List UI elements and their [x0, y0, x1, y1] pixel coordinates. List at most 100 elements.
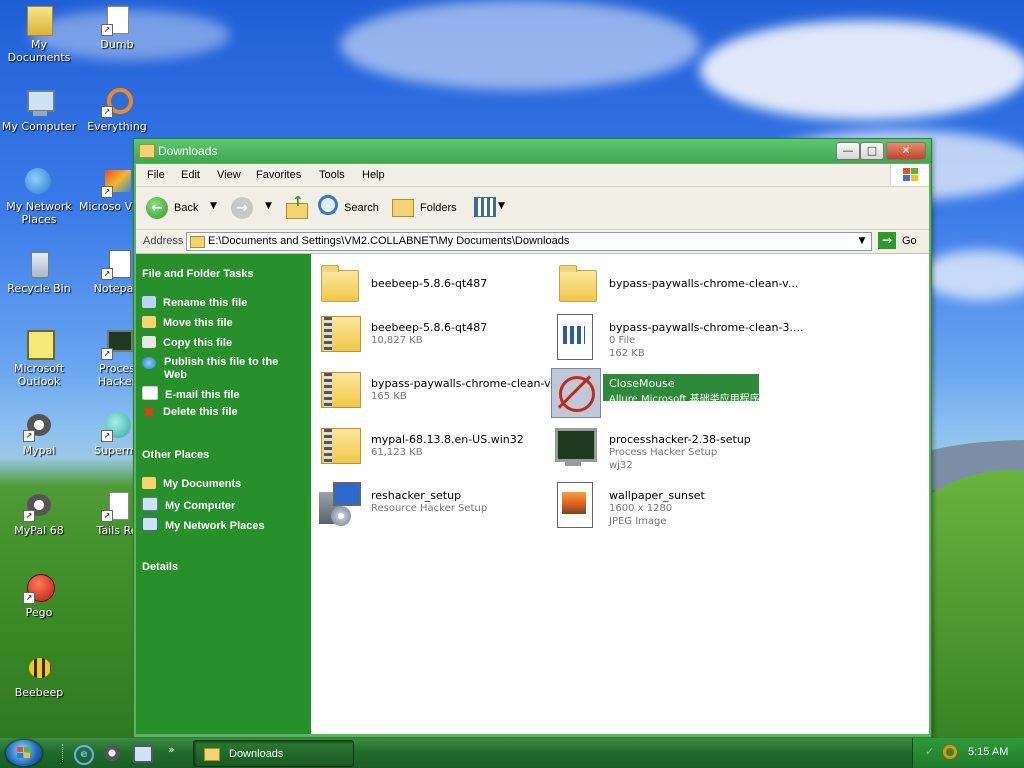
- task-move[interactable]: Move this file: [142, 316, 233, 329]
- zip-folder-icon: [313, 312, 363, 362]
- desktop-icon-mypal-68[interactable]: ↗ MyPal 68: [1, 490, 77, 537]
- task-delete[interactable]: ✖ Delete this file: [142, 404, 237, 420]
- forward-arrow-icon: →: [231, 197, 253, 219]
- file-item[interactable]: bypass-paywalls-chrome-clean-v...: [551, 256, 798, 310]
- folders-label: Folders: [420, 202, 457, 214]
- place-my-computer[interactable]: My Computer: [142, 497, 235, 512]
- file-size: 10,827 KB: [371, 335, 423, 346]
- task-copy[interactable]: Copy this file: [142, 336, 232, 349]
- desktop-icon-my-network-places[interactable]: My Network Places: [1, 166, 77, 226]
- file-item[interactable]: wallpaper_sunset 1600 x 1280 JPEG Image: [551, 480, 791, 534]
- desktop-icon-outlook[interactable]: Microsoft Outlook: [1, 328, 77, 388]
- other-places-header[interactable]: Other Places: [142, 449, 209, 461]
- network-places-icon: [142, 517, 158, 531]
- shortcut-arrow-icon: ↗: [101, 510, 113, 522]
- everything-icon: ↗: [101, 86, 133, 118]
- file-tasks-header[interactable]: File and Folder Tasks: [142, 268, 254, 280]
- notepad-icon: ↗: [101, 248, 133, 280]
- my-computer-icon: [23, 86, 55, 118]
- show-desktop-icon[interactable]: [133, 745, 153, 763]
- file-item[interactable]: mypal-68.13.8.en-US.win32 61,123 KB: [313, 424, 553, 478]
- file-name: mypal-68.13.8.en-US.win32: [371, 433, 524, 446]
- file-item[interactable]: bypass-paywalls-chrome-clean-3.... 0 Fil…: [551, 312, 803, 366]
- desktop-icon-my-computer[interactable]: My Computer: [1, 86, 77, 133]
- desktop-icon-label: Mypal: [22, 444, 56, 457]
- desktop-icon-label: MyPal 68: [14, 524, 64, 537]
- desktop-icon-pego[interactable]: ↗ Pego: [1, 572, 77, 619]
- address-dropdown-icon[interactable]: ▼: [855, 234, 869, 248]
- file-description: Resource Hacker Setup: [371, 503, 488, 514]
- mypal-quicklaunch-icon[interactable]: [104, 745, 120, 761]
- process-hacker-setup-icon: [551, 424, 601, 474]
- chevron-right-icon[interactable]: »: [168, 743, 175, 756]
- desktop-icon-my-documents[interactable]: My Documents: [1, 4, 77, 64]
- task-email[interactable]: E-mail this file: [142, 386, 240, 401]
- copy-icon: [142, 336, 156, 348]
- details-header[interactable]: Details: [142, 561, 178, 573]
- file-item[interactable]: reshacker_setup Resource Hacker Setup: [313, 480, 553, 534]
- desktop-icon-label: Beebeep: [14, 686, 64, 699]
- file-item[interactable]: beebeep-5.8.6-qt487 10,827 KB: [313, 312, 553, 366]
- folder-icon: [204, 748, 220, 761]
- place-label: My Computer: [165, 500, 236, 512]
- address-path: E:\Documents and Settings\VM2.COLLABNET\…: [208, 235, 570, 247]
- desktop-icon-label: My Documents: [7, 38, 71, 64]
- menu-favorites[interactable]: Favorites: [256, 169, 301, 181]
- desktop-icon-recycle-bin[interactable]: Recycle Bin: [1, 248, 77, 295]
- recycle-bin-icon: [23, 248, 55, 280]
- task-publish[interactable]: Publish this file to the Web: [142, 356, 292, 382]
- file-item[interactable]: processhacker-2.38-setup Process Hacker …: [551, 424, 791, 478]
- file-name: bypass-paywalls-chrome-clean-v...: [609, 277, 799, 290]
- up-folder-button[interactable]: ↑: [284, 195, 308, 219]
- start-button[interactable]: [6, 740, 42, 766]
- title-bar[interactable]: Downloads — □ ✕: [134, 139, 931, 163]
- menu-file[interactable]: File: [147, 169, 165, 181]
- menu-view[interactable]: View: [217, 169, 241, 181]
- cloud: [340, 0, 700, 90]
- desktop-icon-dumb[interactable]: ↗ Dumb: [79, 4, 155, 51]
- place-label: My Network Places: [165, 520, 265, 532]
- quick-launch-grip: [62, 744, 65, 762]
- file-list: beebeep-5.8.6-qt487 bypass-paywalls-chro…: [311, 254, 929, 734]
- menu-help[interactable]: Help: [362, 169, 385, 181]
- system-tray: ✓ 5:15 AM: [912, 738, 1024, 768]
- place-my-documents[interactable]: My Documents: [142, 477, 241, 490]
- forward-dropdown-icon[interactable]: ▼: [265, 201, 272, 211]
- file-item-selected[interactable]: CloseMouse Allure Microsoft 基础类应用程序: [551, 368, 791, 422]
- desktop-icon-everything[interactable]: ↗ Everything: [79, 86, 155, 133]
- task-rename[interactable]: Rename this file: [142, 296, 247, 309]
- file-item[interactable]: bypass-paywalls-chrome-clean-v... 165 KB: [313, 368, 560, 422]
- address-field[interactable]: E:\Documents and Settings\VM2.COLLABNET\…: [186, 232, 872, 251]
- task-label: Copy this file: [163, 337, 233, 349]
- menu-tools[interactable]: Tools: [319, 169, 345, 181]
- mypal-icon: ↗: [23, 490, 55, 522]
- everything-tray-icon[interactable]: [943, 745, 957, 759]
- visual-studio-icon: ↗: [101, 166, 133, 198]
- minimize-button[interactable]: —: [836, 142, 860, 160]
- supermium-icon: ↗: [101, 410, 133, 442]
- clock[interactable]: 5:15 AM: [968, 746, 1008, 758]
- outlook-icon: [23, 328, 55, 360]
- desktop-icon-beebeep[interactable]: Beebeep: [1, 652, 77, 699]
- shortcut-icon: ↗: [101, 490, 133, 522]
- maximize-button[interactable]: □: [860, 142, 884, 160]
- shortcut-arrow-icon: ↗: [101, 348, 113, 360]
- task-label: E-mail this file: [165, 389, 240, 401]
- cloud: [920, 250, 1024, 300]
- place-my-network-places[interactable]: My Network Places: [142, 517, 265, 532]
- menu-edit[interactable]: Edit: [181, 169, 200, 181]
- back-dropdown-icon[interactable]: ▼: [210, 201, 217, 211]
- delete-icon: ✖: [143, 404, 155, 420]
- network-tray-icon[interactable]: ✓: [925, 746, 937, 758]
- file-item[interactable]: beebeep-5.8.6-qt487: [313, 256, 553, 310]
- desktop-icon-mypal[interactable]: ↗ Mypal: [1, 410, 77, 457]
- taskbar: e » Downloads ✓ 5:15 AM: [0, 738, 1024, 768]
- search-label: Search: [344, 202, 379, 214]
- file-description: Process Hacker Setup: [609, 447, 718, 458]
- close-button[interactable]: ✕: [886, 142, 926, 160]
- file-size: 162 KB: [609, 348, 645, 359]
- taskbar-button-downloads[interactable]: Downloads: [193, 740, 354, 767]
- file-size: 165 KB: [371, 391, 407, 402]
- folder-icon: [313, 256, 363, 306]
- internet-explorer-icon[interactable]: e: [74, 745, 94, 765]
